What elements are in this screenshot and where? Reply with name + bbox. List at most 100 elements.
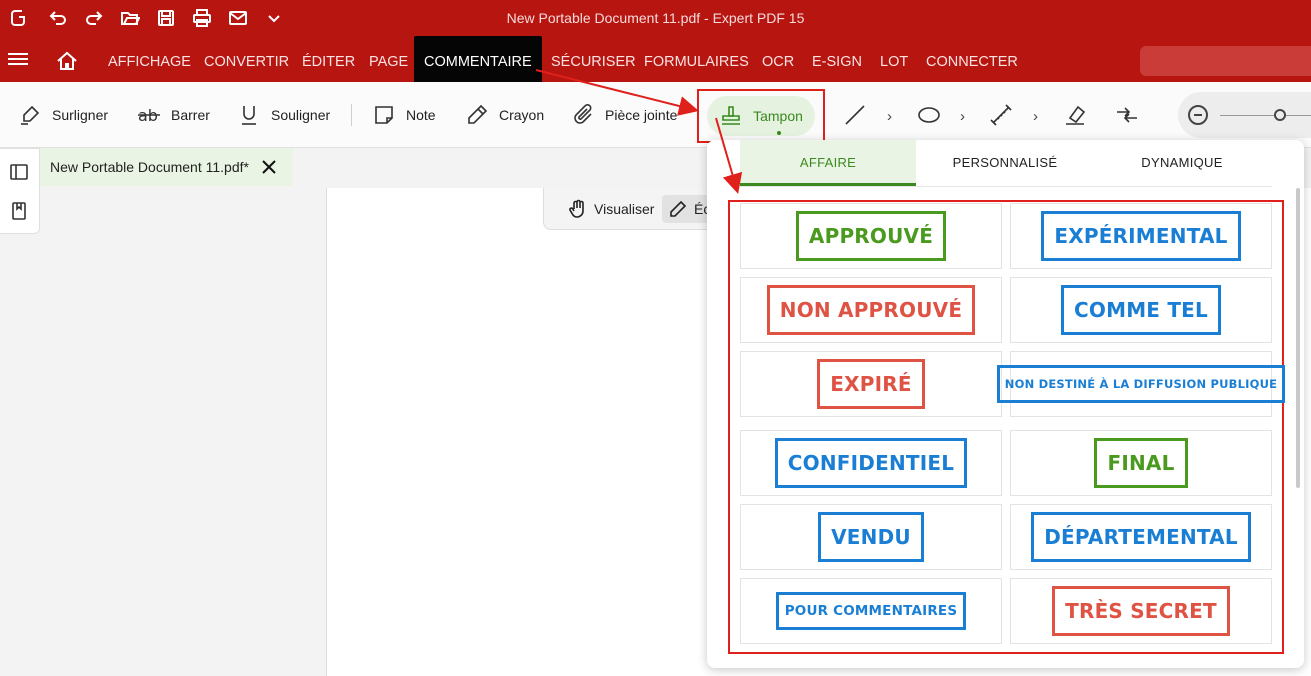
menu-commentaire[interactable]: COMMENTAIRE — [414, 36, 542, 82]
underline-label: Souligner — [271, 107, 331, 123]
tab-personnalise[interactable]: PERSONNALISÉ — [917, 140, 1093, 186]
zoom-out-icon[interactable] — [1188, 105, 1208, 125]
stamp-label: VENDU — [818, 512, 924, 562]
stamp-grid-highlight: APPROUVÉ EXPÉRIMENTAL NON APPROUVÉ COMME… — [728, 200, 1286, 654]
stamp-pour-commentaires[interactable]: POUR COMMENTAIRES — [740, 578, 1002, 644]
ellipse-tool[interactable] — [917, 100, 941, 130]
stamp-tool[interactable]: Tampon — [707, 96, 815, 136]
line-chevron-icon[interactable]: › — [887, 108, 892, 125]
menu-formulaires[interactable]: FORMULAIRES — [644, 36, 749, 82]
panel-toggle-icon[interactable] — [10, 163, 28, 181]
window-title: New Portable Document 11.pdf - Expert PD… — [506, 10, 805, 26]
menu-page[interactable]: PAGE — [369, 36, 408, 82]
attachment-label: Pièce jointe — [605, 107, 678, 123]
stamp-final[interactable]: FINAL — [1010, 430, 1272, 496]
hand-icon — [569, 199, 584, 218]
paperclip-icon — [574, 104, 592, 124]
eraser-icon — [1066, 105, 1086, 125]
pencil-tool[interactable]: Crayon — [465, 100, 544, 130]
stamp-tres-secret[interactable]: TRÈS SECRET — [1010, 578, 1272, 644]
document-tab[interactable]: New Portable Document 11.pdf* — [40, 148, 293, 186]
close-icon[interactable] — [259, 157, 279, 177]
note-tool[interactable]: Note — [372, 100, 436, 130]
menu-connecter[interactable]: CONNECTER — [926, 36, 1018, 82]
left-sidebar — [0, 148, 40, 234]
document-tab-title: New Portable Document 11.pdf* — [50, 159, 249, 175]
line-tool[interactable] — [843, 100, 867, 130]
highlight-label: Surligner — [52, 107, 109, 123]
pencil-icon — [670, 200, 687, 217]
tab-divider — [740, 186, 1272, 187]
stamp-label: NON DESTINÉ À LA DIFFUSION PUBLIQUE — [996, 365, 1286, 403]
compare-arrows-icon — [1117, 107, 1137, 123]
strikethrough-tool[interactable]: ab Barrer — [137, 100, 210, 130]
menu-lot[interactable]: LOT — [880, 36, 908, 82]
bookmark-icon[interactable] — [10, 202, 28, 220]
menu-editer[interactable]: ÉDITER — [302, 36, 355, 82]
compare-tool[interactable] — [1115, 100, 1139, 130]
stamp-label: Tampon — [753, 108, 803, 124]
menu-securiser[interactable]: SÉCURISER — [551, 36, 636, 82]
line-icon — [845, 105, 865, 125]
panel-scrollbar[interactable] — [1296, 188, 1300, 488]
eraser-tool[interactable] — [1063, 100, 1087, 130]
menu-bar: AFFICHAGE CONVERTIR ÉDITER PAGE COMMENTA… — [0, 36, 1311, 82]
view-mode-label: Visualiser — [594, 201, 655, 217]
ellipse-icon — [918, 107, 940, 123]
pencil-icon — [468, 104, 488, 124]
stamp-expire[interactable]: EXPIRÉ — [740, 351, 1002, 417]
zoom-slider-handle[interactable] — [1274, 109, 1286, 121]
pencil-label: Crayon — [499, 107, 545, 123]
stamp-non-destine-diffusion[interactable]: NON DESTINÉ À LA DIFFUSION PUBLIQUE — [996, 351, 1286, 417]
attachment-tool[interactable]: Pièce jointe — [571, 100, 677, 130]
strikethrough-icon: ab — [138, 106, 160, 125]
underline-tool[interactable]: Souligner — [237, 100, 330, 130]
menu-convertir[interactable]: CONVERTIR — [204, 36, 289, 82]
stamp-panel: AFFAIRE PERSONNALISÉ DYNAMIQUE APPROUVÉ … — [707, 140, 1304, 668]
toolbar-separator — [351, 104, 352, 126]
stamp-vendu[interactable]: VENDU — [740, 504, 1002, 570]
home-icon[interactable] — [56, 51, 78, 71]
note-icon — [375, 106, 393, 124]
highlight-tool[interactable]: Surligner — [18, 100, 108, 130]
comment-toolbar: Surligner ab Barrer Souligner Note Crayo… — [0, 82, 1311, 148]
menu-esign[interactable]: E-SIGN — [812, 36, 862, 82]
highlighter-icon — [21, 105, 40, 125]
stamp-label: FINAL — [1094, 438, 1188, 488]
view-mode-button[interactable]: Visualiser — [562, 195, 660, 223]
zoom-control — [1178, 92, 1311, 138]
stamp-label: POUR COMMENTAIRES — [775, 592, 967, 630]
stamp-label: TRÈS SECRET — [1052, 586, 1230, 636]
stamp-departemental[interactable]: DÉPARTEMENTAL — [1010, 504, 1272, 570]
menu-ocr[interactable]: OCR — [762, 36, 794, 82]
strikethrough-label: Barrer — [171, 107, 210, 123]
stamp-label: NON APPROUVÉ — [766, 285, 976, 335]
shape-chevron-icon[interactable]: › — [960, 108, 965, 125]
stamp-confidentiel[interactable]: CONFIDENTIEL — [740, 430, 1002, 496]
stamp-label: EXPIRÉ — [817, 359, 925, 409]
search-input[interactable] — [1140, 46, 1311, 76]
stamp-label: EXPÉRIMENTAL — [1041, 211, 1241, 261]
stamp-label: DÉPARTEMENTAL — [1031, 512, 1251, 562]
stamp-icon — [722, 106, 741, 125]
dropdown-indicator — [777, 131, 781, 135]
tab-dynamique[interactable]: DYNAMIQUE — [1094, 140, 1270, 186]
underline-icon — [242, 106, 256, 125]
title-bar: New Portable Document 11.pdf - Expert PD… — [0, 0, 1311, 36]
measure-tool[interactable] — [989, 100, 1013, 130]
stamp-label: APPROUVÉ — [795, 211, 947, 261]
note-label: Note — [406, 107, 436, 123]
stamp-tool-highlight: Tampon — [697, 89, 825, 143]
stamp-label: COMME TEL — [1061, 285, 1221, 335]
stamp-label: CONFIDENTIEL — [774, 438, 968, 488]
hamburger-menu-icon[interactable] — [8, 50, 28, 66]
stamp-comme-tel[interactable]: COMME TEL — [1010, 277, 1272, 343]
tab-affaire[interactable]: AFFAIRE — [740, 140, 916, 186]
stamp-approuve[interactable]: APPROUVÉ — [740, 203, 1002, 269]
stamp-non-approuve[interactable]: NON APPROUVÉ — [740, 277, 1002, 343]
stamp-experimental[interactable]: EXPÉRIMENTAL — [1010, 203, 1272, 269]
measure-icon — [990, 104, 1012, 126]
zoom-slider-track[interactable] — [1220, 115, 1311, 116]
measure-chevron-icon[interactable]: › — [1033, 108, 1038, 125]
menu-affichage[interactable]: AFFICHAGE — [108, 36, 191, 82]
